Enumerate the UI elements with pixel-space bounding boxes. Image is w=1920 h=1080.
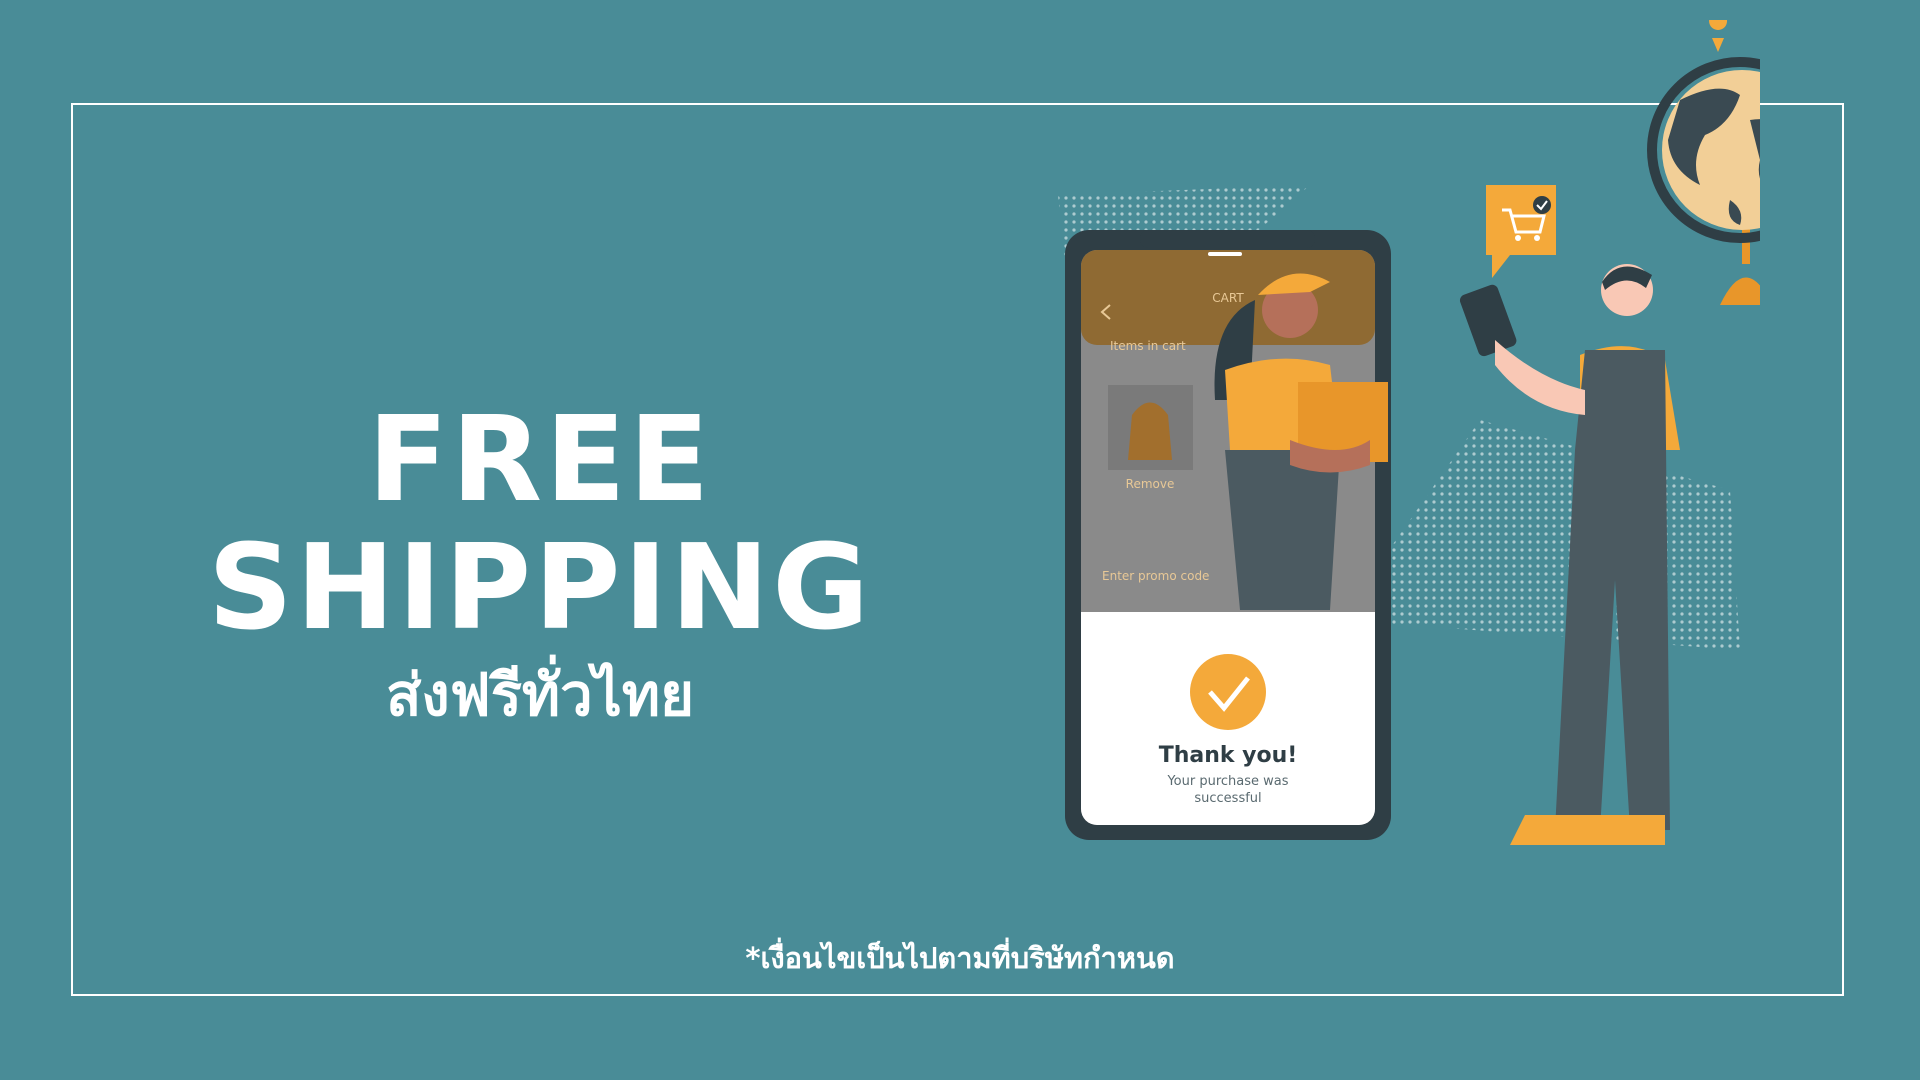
headline-free: FREE bbox=[367, 390, 713, 528]
headline-block: FREE SHIPPING ส่งฟรีทั่วไทย bbox=[180, 395, 900, 735]
cart-check-icon bbox=[1486, 185, 1556, 278]
delivery-illustration: CART Items in cart Remove Enter promo co… bbox=[1058, 20, 1760, 845]
success-line-2: successful bbox=[1194, 791, 1261, 806]
headline-shipping: SHIPPING bbox=[207, 518, 873, 656]
remove-link[interactable]: Remove bbox=[1126, 477, 1175, 491]
dot-pattern-right bbox=[1340, 420, 1740, 650]
phone-cart-title: CART bbox=[1212, 291, 1244, 305]
promo-code-input[interactable]: Enter promo code bbox=[1102, 569, 1209, 583]
checkmark-icon bbox=[1190, 654, 1266, 730]
thank-you-text: Thank you! bbox=[1159, 743, 1298, 768]
terms-footnote: *เงื่อนไขเป็นไปตามที่บริษัทกำหนด bbox=[745, 941, 1175, 975]
headline-thai: ส่งฟรีทั่วไทย bbox=[385, 661, 695, 729]
phone-mockup: CART Items in cart Remove Enter promo co… bbox=[1065, 230, 1391, 840]
globe-icon bbox=[1647, 20, 1760, 305]
success-line-1: Your purchase was bbox=[1166, 774, 1288, 789]
items-in-cart-label: Items in cart bbox=[1110, 339, 1186, 353]
location-pin-icon bbox=[1709, 20, 1728, 52]
